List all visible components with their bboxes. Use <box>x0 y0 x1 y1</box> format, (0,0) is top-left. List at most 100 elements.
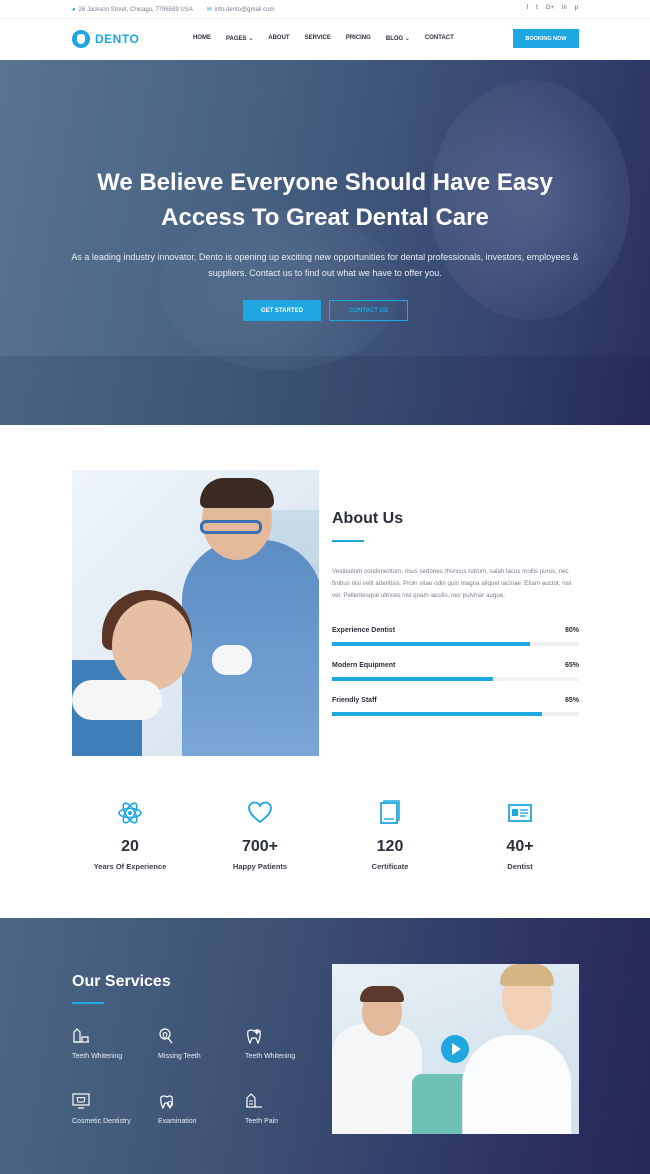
skill-progress-fill <box>332 642 530 646</box>
dentist-with-patient-photo <box>72 470 319 756</box>
service-label: Cosmetic Dentistry <box>72 1118 131 1125</box>
stat-happy-patients: 700+ Happy Patients <box>195 800 325 871</box>
skill-label: Experience Dentist <box>332 627 396 634</box>
service-item-teeth-whitening[interactable]: Teeth Whitening <box>72 1028 162 1060</box>
photo-dentist-glasses <box>200 520 262 534</box>
hero-title-line-1: We Believe Everyone Should Have Easy <box>97 169 553 196</box>
chevron-down-icon: ⌄ <box>248 36 254 42</box>
nav-item-pricing[interactable]: PRICING <box>346 35 371 42</box>
stat-number: 120 <box>376 838 404 855</box>
tooth-logo-icon <box>72 30 90 48</box>
examination-icon <box>160 1095 173 1110</box>
booking-now-button[interactable]: BOOKING NOW <box>513 29 579 48</box>
id-card-icon <box>508 804 532 822</box>
skill-progress-fill <box>332 677 493 681</box>
monitor-icon <box>72 1093 90 1109</box>
stat-number: 20 <box>121 838 139 855</box>
location-pin-icon: ● <box>72 6 76 13</box>
nav-item-home[interactable]: HOME <box>193 35 211 42</box>
main-navbar: DENTO HOME PAGES ⌄ ABOUT SERVICE PRICING… <box>0 19 650 60</box>
about-title-underline <box>332 540 364 542</box>
service-video-thumbnail[interactable] <box>332 964 579 1134</box>
skill-percent: 65% <box>564 662 579 669</box>
service-item-cosmetic-dentistry[interactable]: Cosmetic Dentistry <box>72 1093 162 1125</box>
service-label: Teeth Whitening <box>72 1053 123 1060</box>
google-plus-icon[interactable]: G+ <box>546 5 554 11</box>
nav-item-blog-label: BLOG <box>385 36 404 42</box>
service-item-teeth-pain[interactable]: Teeth Pain <box>245 1093 335 1125</box>
service-label: Teeth Whitening <box>245 1053 296 1060</box>
address-info: ● 26 Jackson Street, Chicago, 7796589 US… <box>72 6 193 13</box>
service-label: Missing Teeth <box>158 1053 201 1060</box>
teeth-pain-icon <box>246 1093 262 1108</box>
address-text: 26 Jackson Street, Chicago, 7796589 USA <box>78 6 193 13</box>
service-label: Examination <box>158 1118 197 1125</box>
envelope-icon: ✉ <box>206 7 212 13</box>
whitening-tooth-icon <box>247 1029 261 1045</box>
missing-tooth-icon <box>159 1028 173 1044</box>
skill-label: Friendly Staff <box>332 697 377 704</box>
photo-dentist-body <box>182 540 319 756</box>
thumbnail-doctor-coat <box>462 1034 572 1134</box>
nav-item-about[interactable]: ABOUT <box>268 35 289 42</box>
hero-subtitle: As a leading industry innovator, Dento i… <box>71 252 579 278</box>
stat-label: Happy Patients <box>232 862 288 871</box>
skill-friendly-staff: Friendly Staff 85% <box>332 697 579 716</box>
stat-label: Years Of Experience <box>93 862 167 871</box>
brand-logo[interactable]: DENTO <box>72 30 139 48</box>
thumbnail-dentist-hair <box>360 986 404 1002</box>
play-video-icon[interactable] <box>441 1035 469 1063</box>
contact-us-button[interactable]: CONTACT US <box>329 300 408 321</box>
skill-modern-equipment: Modern Equipment 65% <box>332 662 579 681</box>
nav-item-service[interactable]: SERVICE <box>305 35 331 42</box>
pinterest-icon[interactable]: p <box>575 5 578 11</box>
nav-item-pages[interactable]: PAGES ⌄ <box>226 35 253 42</box>
hero-title: We Believe Everyone Should Have Easy Acc… <box>40 165 610 235</box>
certificate-icon <box>380 800 400 824</box>
services-title-underline <box>72 1002 104 1004</box>
atom-icon <box>118 802 142 824</box>
nav-item-contact[interactable]: CONTACT <box>425 35 454 42</box>
brand-name: DENTO <box>95 32 140 46</box>
skill-percent: 85% <box>564 697 579 704</box>
photo-glove <box>72 680 162 720</box>
stat-number: 700+ <box>241 838 279 855</box>
service-item-missing-teeth[interactable]: Missing Teeth <box>158 1028 248 1060</box>
hero-title-line-2: Access To Great Dental Care <box>161 204 489 231</box>
about-text: Vestibulum condimentum, risus sedones rh… <box>332 568 572 599</box>
photo-glove <box>212 645 252 675</box>
email-text[interactable]: info.dento@gmail.com <box>215 7 275 13</box>
service-item-teeth-whitening-2[interactable]: Teeth Whitening <box>245 1028 335 1060</box>
email-info[interactable]: ✉ info.dento@gmail.com <box>206 6 275 14</box>
service-item-examination[interactable]: Examination <box>158 1093 248 1125</box>
nav-item-pages-label: PAGES <box>226 36 247 42</box>
services-title: Our Services <box>72 973 171 990</box>
services-section: Our Services Teeth Whitening Missing Tee… <box>0 918 650 1174</box>
nav-menu: HOME PAGES ⌄ ABOUT SERVICE PRICING BLOG … <box>193 35 454 42</box>
stat-certificate: 120 Certificate <box>325 800 455 871</box>
linkedin-icon[interactable]: in <box>562 5 567 11</box>
facebook-icon[interactable]: f <box>526 5 528 11</box>
photo-dentist-hair <box>200 478 274 508</box>
service-label: Teeth Pain <box>245 1118 279 1125</box>
whitening-icon <box>73 1028 89 1043</box>
social-links: f t G+ in p <box>526 5 578 11</box>
chevron-down-icon: ⌄ <box>404 36 410 42</box>
skill-label: Modern Equipment <box>332 662 396 669</box>
thumbnail-doctor-hair <box>500 964 554 986</box>
stat-label: Dentist <box>507 862 533 871</box>
stat-years-experience: 20 Years Of Experience <box>65 800 195 871</box>
stat-number: 40+ <box>506 838 534 855</box>
about-title: About Us <box>332 510 404 527</box>
stat-label: Certificate <box>371 862 409 871</box>
skill-percent: 80% <box>564 627 579 634</box>
stat-dentist: 40+ Dentist <box>455 800 585 871</box>
skill-experience-dentist: Experience Dentist 80% <box>332 627 579 646</box>
get-started-button[interactable]: GET STARTED <box>243 300 321 321</box>
skill-progress-track <box>332 677 579 681</box>
hero-section: We Believe Everyone Should Have Easy Acc… <box>0 60 650 425</box>
skill-progress-track <box>332 712 579 716</box>
twitter-icon[interactable]: t <box>536 5 538 11</box>
top-bar: ● 26 Jackson Street, Chicago, 7796589 US… <box>0 0 650 19</box>
nav-item-blog[interactable]: BLOG ⌄ <box>386 35 410 42</box>
